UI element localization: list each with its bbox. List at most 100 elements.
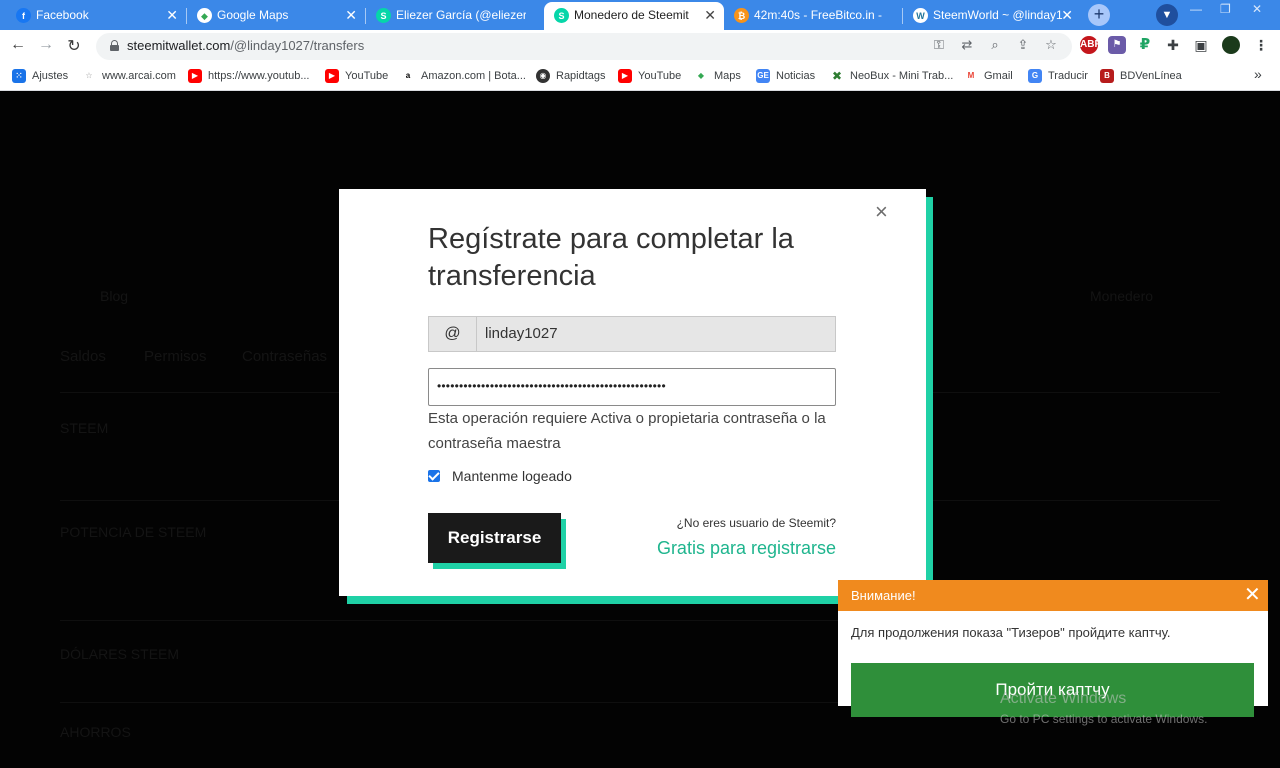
tab-label: Monedero de Steemit [574,8,689,22]
apps-icon: ⁙ [12,69,26,83]
section-steem-dollars: DÓLARES STEEM [60,646,180,662]
bookmark-label: Rapidtags [556,70,606,82]
bookmark-label: BDVenLínea [1120,70,1182,82]
facebook-icon: f [16,8,31,23]
tab-google-maps[interactable]: ◆ Google Maps ✕ [187,2,365,30]
bookmark-traducir[interactable]: G Traducir [1028,68,1088,84]
notification-title: Внимание! [851,588,916,603]
section-savings: AHORROS [60,724,131,740]
bookmark-maps[interactable]: ◆ Maps [694,68,741,84]
bookmark-label: Gmail [984,70,1013,82]
youtube-icon: ▶ [618,69,632,83]
bookmark-ajustes[interactable]: ⁙ Ajustes [12,68,68,84]
section-steem-power: POTENCIA DE STEEM [60,524,207,540]
bitcoin-icon: ₿ [734,8,749,23]
notification-header: Внимание! ✕ [838,580,1268,611]
close-icon[interactable]: ✕ [166,2,178,28]
close-icon[interactable]: ✕ [704,2,716,28]
bookmark-arcai[interactable]: ☆ www.arcai.com [82,68,176,84]
tab-label: SteemWorld ~ @linday10 [933,8,1063,22]
steemit-icon: S [554,8,569,23]
keep-logged-label[interactable]: Mantenme logeado [452,468,572,484]
url-text: steemitwallet.com/@linday1027/transfers [127,38,364,53]
nav-blog: Blog [100,288,129,304]
bookmark-youtube-2[interactable]: ▶ YouTube [618,68,681,84]
amazon-icon: a [401,69,415,83]
close-icon[interactable]: ✕ [345,2,357,28]
translate-icon[interactable]: ⇄ [958,37,976,53]
bookmark-label: Amazon.com | Bota... [421,70,526,82]
steemit-icon: S [376,8,391,23]
reload-icon[interactable]: ↻ [64,36,84,56]
bookmark-youtube-link[interactable]: ▶ https://www.youtub... [188,68,310,84]
not-user-text: ¿No eres usuario de Steemit? [676,516,836,530]
bookmark-youtube[interactable]: ▶ YouTube [325,68,388,84]
captcha-notification: Внимание! ✕ Для продолжения показа "Тизе… [838,580,1268,717]
activation-watermark-title: Activate Windows [1000,690,1127,707]
tab-eliezer[interactable]: S Eliezer García (@eliezer20 [366,2,544,30]
tab-label: Google Maps [217,8,289,22]
tab-freebitcoin[interactable]: ₿ 42m:40s - FreeBitco.in - W [724,2,902,30]
bookmarks-overflow-icon[interactable]: » [1254,66,1262,82]
bookmark-label: YouTube [345,70,389,82]
zoom-icon[interactable]: ⌕ [986,37,1004,53]
bookmark-label: Traducir [1048,70,1088,82]
url-path: /@linday1027/transfers [230,38,365,53]
tab-facebook[interactable]: f Facebook ✕ [6,2,186,30]
bookmark-rapidtags[interactable]: ◉ Rapidtags [536,68,606,84]
forward-icon[interactable]: → [36,36,56,54]
adblock-plus-icon[interactable]: ABP [1080,36,1101,54]
bookmark-amazon[interactable]: a Amazon.com | Bota... [401,68,526,84]
bookmark-gmail[interactable]: M Gmail [964,68,1013,84]
close-icon[interactable]: × [875,201,888,223]
extensions-puzzle-icon[interactable]: ✚ [1164,36,1182,54]
translate-icon: G [1028,69,1042,83]
wordpress-icon: W [913,8,928,23]
username-field[interactable]: linday1027 [476,316,836,352]
maps-icon: ◆ [694,69,708,83]
password-field[interactable]: ••••••••••••••••••••••••••••••••••••••••… [428,368,836,406]
nav-monedero: Monedero [1090,288,1154,304]
bookmark-label: Ajustes [32,70,69,82]
news-icon: GE [756,69,770,83]
new-tab-button[interactable]: + [1088,4,1110,26]
keep-logged-checkbox[interactable] [428,470,440,482]
signup-link[interactable]: Gratis para registrarse [609,538,836,559]
register-button[interactable]: Registrarse [428,513,561,563]
bookmark-neobux[interactable]: ✖ NeoBux - Mini Trab... [830,68,953,84]
ruble-extension-icon[interactable]: ₽ [1136,36,1154,54]
bookmark-label: Noticias [776,70,816,82]
profile-avatar[interactable] [1222,36,1240,54]
key-icon[interactable]: ⚿ [930,37,948,53]
maximize-icon[interactable]: ❐ [1220,2,1231,16]
google-maps-icon: ◆ [197,8,212,23]
close-icon[interactable]: ✕ [1244,583,1261,607]
tab-steemworld[interactable]: W SteemWorld ~ @linday10 ✕ [903,2,1081,30]
activation-watermark-subtitle: Go to PC settings to activate Windows. [1000,712,1208,726]
minimize-icon[interactable]: — [1190,2,1202,16]
address-bar[interactable]: steemitwallet.com/@linday1027/transfers … [96,33,1072,60]
back-icon[interactable]: ← [8,36,28,54]
subnav-contrasenas: Contraseñas [242,348,328,365]
extension-icon[interactable]: ⚑ [1108,36,1126,54]
bookmark-label: YouTube [638,70,682,82]
side-panel-icon[interactable]: ▣ [1192,36,1210,54]
tab-search-button[interactable]: ▼ [1156,4,1178,26]
login-modal: × Regístrate para completar la transfere… [339,189,926,596]
bookmark-label: https://www.youtub... [208,70,310,82]
bookmark-star-icon[interactable]: ☆ [1042,37,1060,53]
menu-icon[interactable]: ⋮ [1252,36,1270,54]
neobux-icon: ✖ [830,69,844,83]
tab-monedero-steemit[interactable]: S Monedero de Steemit ✕ [544,2,724,30]
arcai-icon: ☆ [82,69,96,83]
at-symbol-addon: @ [428,316,476,352]
bookmark-label: Maps [714,70,741,82]
share-icon[interactable]: ⇪ [1014,37,1032,53]
close-icon[interactable]: ✕ [1061,2,1073,28]
window-close-icon[interactable]: ✕ [1252,2,1262,16]
lock-icon[interactable] [110,40,119,51]
subnav-permisos: Permisos [144,348,207,365]
tab-label: Eliezer García (@eliezer20 [396,8,526,22]
bookmark-bdvenlinea[interactable]: B BDVenLínea [1100,68,1182,84]
bookmark-noticias[interactable]: GE Noticias [756,68,815,84]
